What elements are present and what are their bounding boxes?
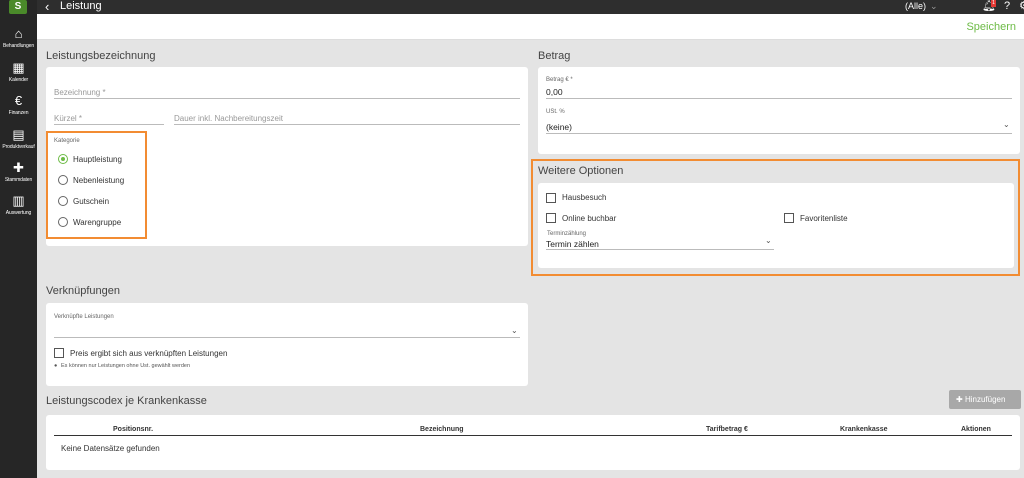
add-button[interactable]: ✚ Hinzufügen: [949, 390, 1021, 409]
radio-hauptleistung[interactable]: [58, 154, 68, 164]
table-header-divider: [54, 435, 1012, 436]
sidebar-item-kalender[interactable]: ▦ Kalender: [0, 61, 37, 84]
sidebar-item-label: Finanzen: [8, 110, 29, 116]
chevron-down-icon[interactable]: ⌄: [765, 236, 772, 245]
page-title: Leistung: [60, 0, 102, 12]
notification-badge: 1: [991, 0, 996, 7]
ust-select[interactable]: (keine): [546, 122, 572, 132]
section-title-leistungsbezeichnung: Leistungsbezeichnung: [46, 50, 156, 62]
save-button[interactable]: Speichern: [966, 21, 1016, 33]
checkbox-label: Hausbesuch: [562, 193, 607, 202]
chevron-down-icon[interactable]: ⌄: [1003, 120, 1010, 129]
preis-checkbox[interactable]: [54, 348, 64, 358]
betrag-label: Betrag € *: [546, 77, 573, 83]
dauer-field[interactable]: Dauer inkl. Nachbereitungszeit: [174, 114, 283, 123]
dauer-underline: [174, 124, 520, 125]
sidebar-item-auswertung[interactable]: ▥ Auswertung: [0, 194, 37, 217]
plus-icon: ✚: [956, 395, 965, 404]
filter-select[interactable]: (Alle): [905, 0, 926, 13]
empty-state-text: Keine Datensätze gefunden: [61, 444, 160, 453]
kuerzel-field[interactable]: Kürzel *: [54, 114, 82, 123]
column-header[interactable]: Aktionen: [961, 426, 991, 433]
betrag-card: [538, 67, 1020, 154]
betrag-input[interactable]: 0,00: [546, 87, 563, 97]
radio-label: Hauptleistung: [73, 155, 122, 164]
euro-icon: €: [14, 93, 23, 108]
ust-underline: [546, 133, 1012, 134]
kuerzel-underline: [54, 124, 164, 125]
checkbox-label: Preis ergibt sich aus verknüpften Leistu…: [70, 349, 228, 358]
sidebar-item-stammdaten[interactable]: ✚ Stammdaten: [0, 161, 37, 184]
verknuepfte-leistungen-label: Verknüpfte Leistungen: [54, 314, 114, 320]
sidebar-item-finanzen[interactable]: € Finanzen: [0, 94, 37, 117]
bar-chart-icon: ▥: [12, 193, 25, 208]
sidebar-item-behandlungen[interactable]: ⌂ Behandlungen: [0, 27, 37, 50]
verknuepfungen-card: [46, 303, 528, 386]
section-title-betrag: Betrag: [538, 50, 571, 62]
verknuepfte-leistungen-select[interactable]: [54, 337, 520, 338]
sidebar-item-produktverkauf[interactable]: ▤ Produktverkauf: [0, 128, 37, 151]
section-title-verknuepfungen: Verknüpfungen: [46, 285, 121, 297]
add-button-label: Hinzufügen: [964, 395, 1006, 404]
chevron-down-icon[interactable]: ⌄: [511, 326, 518, 335]
home-icon: ⌂: [14, 26, 23, 41]
codex-table-card: [46, 415, 1020, 470]
radio-label: Warengruppe: [73, 218, 122, 227]
chevron-down-icon[interactable]: ⌄: [930, 0, 938, 13]
info-icon: ●: [54, 363, 58, 369]
terminzaehlung-underline: [546, 249, 774, 250]
app-logo[interactable]: S: [9, 0, 27, 14]
bezeichnung-underline: [54, 98, 520, 99]
section-title-leistungscodex: Leistungscodex je Krankenkasse: [46, 395, 207, 407]
puzzle-icon: ✚: [13, 160, 24, 175]
sidebar-item-label: Kalender: [8, 77, 29, 83]
sidebar-item-label: Stammdaten: [4, 177, 33, 183]
action-bar: Speichern: [37, 14, 1024, 40]
section-title-weitere-optionen: Weitere Optionen: [538, 165, 624, 177]
sidebar-item-label: Produktverkauf: [2, 144, 35, 150]
top-bar: ‹ Leistung (Alle) ⌄ 🔔︎ 1 ? ⚙ ●: [37, 0, 1024, 14]
column-header[interactable]: Positionsnr.: [113, 426, 153, 433]
sidebar: S ⌂ Behandlungen ▦ Kalender € Finanzen ▤…: [0, 0, 37, 478]
sidebar-item-label: Behandlungen: [2, 43, 35, 49]
calendar-icon: ▦: [12, 60, 25, 75]
gear-icon[interactable]: ⚙: [1019, 0, 1024, 13]
column-header[interactable]: Bezeichnung: [420, 426, 464, 433]
checkbox-label: Favoritenliste: [800, 214, 848, 223]
favoritenliste-checkbox[interactable]: [784, 213, 794, 223]
document-icon: ▤: [12, 127, 25, 142]
hausbesuch-checkbox[interactable]: [546, 193, 556, 203]
checkbox-label: Online buchbar: [562, 214, 617, 223]
terminzaehlung-label: Terminzählung: [547, 231, 587, 237]
radio-gutschein[interactable]: [58, 196, 68, 206]
kategorie-label: Kategorie: [54, 138, 80, 144]
column-header[interactable]: Krankenkasse: [840, 426, 887, 433]
radio-warengruppe[interactable]: [58, 217, 68, 227]
sidebar-item-label: Auswertung: [5, 210, 32, 216]
column-header[interactable]: Tarifbetrag €: [706, 426, 748, 433]
ust-label: USt. %: [546, 109, 565, 115]
back-arrow-icon[interactable]: ‹: [45, 0, 49, 13]
terminzaehlung-select[interactable]: Termin zählen: [546, 239, 599, 249]
betrag-underline: [546, 98, 1012, 99]
help-icon[interactable]: ?: [1004, 0, 1010, 13]
radio-nebenleistung[interactable]: [58, 175, 68, 185]
radio-label: Nebenleistung: [73, 176, 125, 185]
bezeichnung-field[interactable]: Bezeichnung *: [54, 88, 106, 97]
hint-text: Es können nur Leistungen ohne Ust. gewäh…: [61, 363, 191, 369]
weitere-optionen-card: [538, 183, 1014, 268]
online-buchbar-checkbox[interactable]: [546, 213, 556, 223]
radio-label: Gutschein: [73, 197, 110, 206]
